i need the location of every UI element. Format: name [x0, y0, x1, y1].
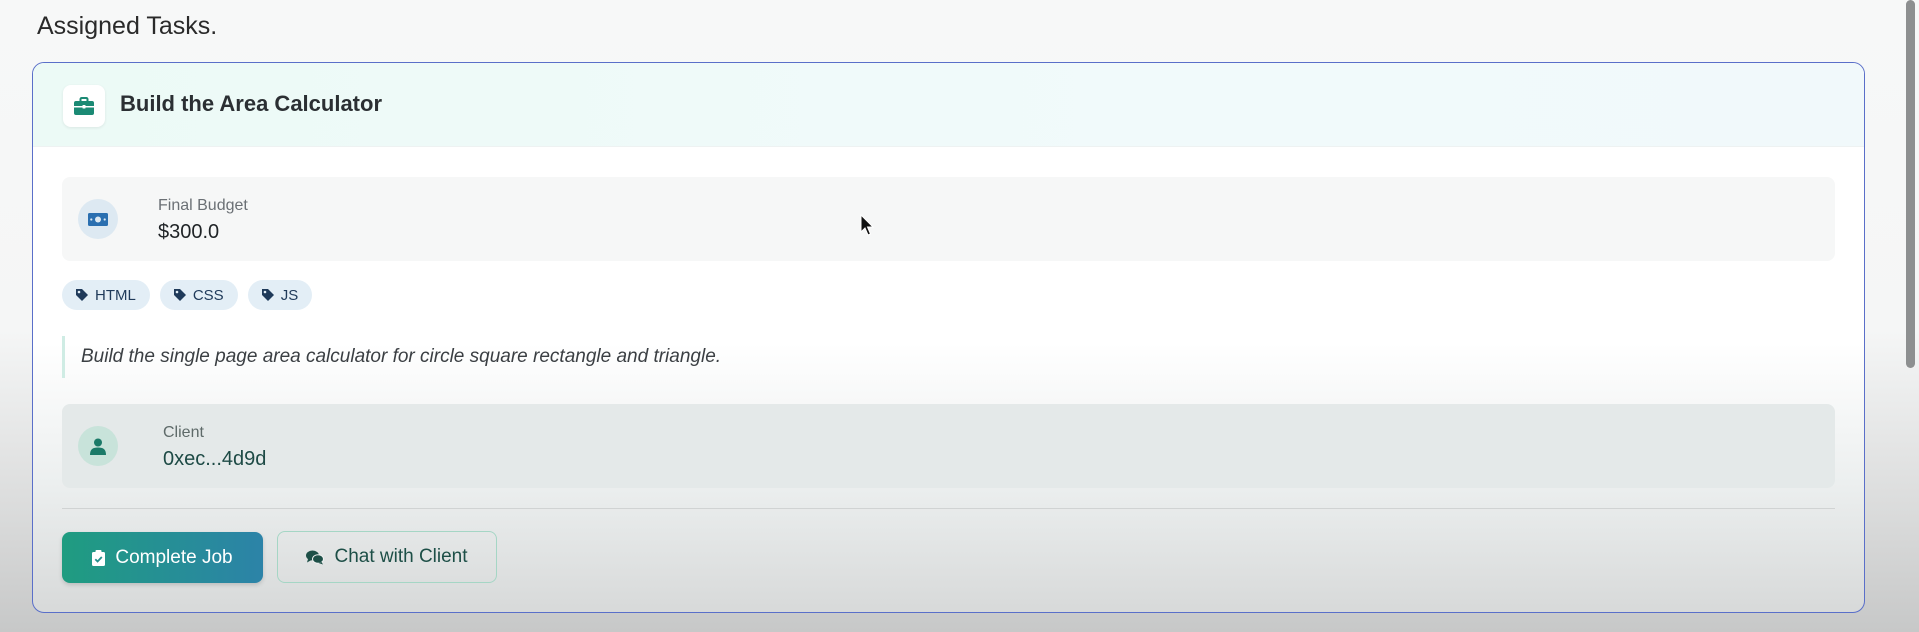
scrollbar[interactable]	[1906, 0, 1915, 368]
chat-with-client-label: Chat with Client	[334, 546, 468, 567]
tag-label: JS	[280, 286, 299, 304]
complete-job-label: Complete Job	[115, 546, 233, 568]
tag-css: CSS	[159, 280, 238, 310]
tag-label: CSS	[192, 286, 224, 304]
user-icon	[78, 426, 118, 466]
client-label: Client	[163, 424, 204, 441]
mouse-cursor-icon	[860, 213, 875, 241]
tag-js: JS	[247, 280, 313, 310]
budget-value: $300.0	[158, 221, 220, 243]
briefcase-icon	[63, 85, 105, 127]
page-heading: Assigned Tasks.	[37, 12, 218, 40]
card-header: Build the Area Calculator	[33, 63, 1864, 147]
task-title: Build the Area Calculator	[120, 91, 383, 116]
clipboard-check-icon	[92, 549, 106, 566]
client-panel: Client 0xec...4d9d	[62, 404, 1835, 488]
tag-icon	[173, 289, 186, 301]
tag-icon	[76, 289, 88, 301]
tag-icon	[261, 289, 274, 301]
tag-label: HTML	[95, 286, 136, 304]
complete-job-button[interactable]: Complete Job	[62, 532, 263, 583]
skill-tags: HTML CSS JS	[62, 280, 313, 310]
client-address: 0xec...4d9d	[163, 448, 267, 470]
tag-html: HTML	[62, 280, 150, 310]
divider	[62, 508, 1835, 509]
budget-label: Final Budget	[158, 197, 248, 214]
chat-with-client-button[interactable]: Chat with Client	[277, 531, 497, 583]
task-card: Build the Area Calculator Final Budget $…	[32, 62, 1865, 613]
task-description: Build the single page area calculator fo…	[62, 336, 721, 378]
money-bill-icon	[78, 199, 118, 239]
comments-icon	[306, 550, 325, 564]
budget-panel: Final Budget $300.0	[62, 177, 1835, 261]
